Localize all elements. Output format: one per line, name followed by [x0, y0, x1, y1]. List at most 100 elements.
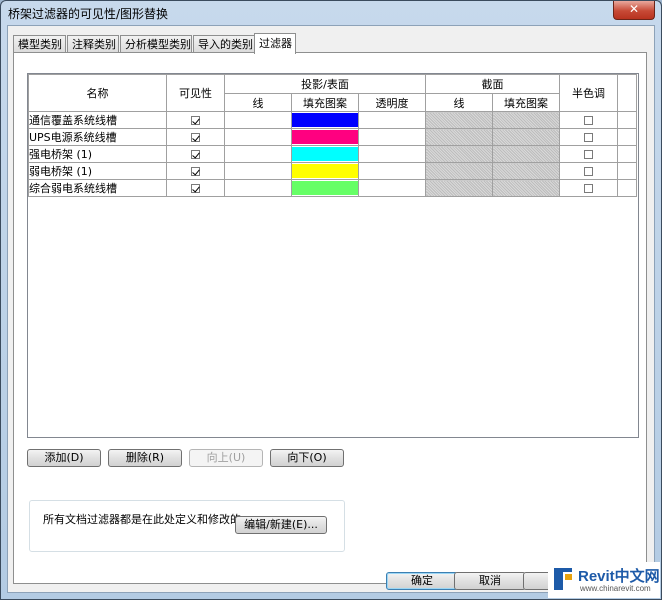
header-projection-transparency[interactable]: 透明度 — [358, 93, 426, 112]
table-row[interactable]: UPS电源系统线槽 — [28, 128, 637, 146]
projection-pattern-cell[interactable] — [291, 162, 359, 180]
table-row[interactable]: 综合弱电系统线槽 — [28, 179, 637, 197]
add-button[interactable]: 添加(D) — [27, 449, 101, 467]
cut-lines-cell[interactable] — [425, 162, 493, 180]
tab-filters[interactable]: 过滤器 — [254, 33, 296, 54]
edit-new-button[interactable]: 编辑/新建(E)... — [235, 516, 327, 534]
halftone-cell[interactable] — [559, 162, 618, 180]
filters-table: 名称 可见性 投影/表面 截面 半色调 线 填充图案 透明度 线 填充图案 通信… — [28, 74, 637, 197]
projection-transparency-cell[interactable] — [358, 162, 426, 180]
window-title: 桥架过滤器的可见性/图形替换 — [8, 7, 169, 21]
filters-grid: 名称 可见性 投影/表面 截面 半色调 线 填充图案 透明度 线 填充图案 通信… — [27, 73, 639, 438]
filters-tab-panel: 名称 可见性 投影/表面 截面 半色调 线 填充图案 透明度 线 填充图案 通信… — [13, 52, 647, 584]
halftone-checkbox[interactable] — [584, 133, 593, 142]
fill-pattern-swatch — [292, 147, 358, 161]
cut-pattern-cell[interactable] — [492, 145, 560, 163]
projection-lines-cell[interactable] — [224, 162, 292, 180]
halftone-cell[interactable] — [559, 128, 618, 146]
tab-model-categories[interactable]: 模型类别 — [13, 35, 66, 52]
dialog-client-area: 模型类别 注释类别 分析模型类别 导入的类别 过滤器 名称 可见性 投影/表面 … — [7, 25, 655, 593]
tab-annotation-categories[interactable]: 注释类别 — [67, 35, 119, 52]
cut-lines-cell[interactable] — [425, 145, 493, 163]
dialog-window: 桥架过滤器的可见性/图形替换 ✕ 模型类别 注释类别 分析模型类别 导入的类别 … — [0, 0, 662, 600]
halftone-cell[interactable] — [559, 179, 618, 197]
projection-transparency-cell[interactable] — [358, 111, 426, 129]
projection-transparency-cell[interactable] — [358, 128, 426, 146]
halftone-checkbox[interactable] — [584, 150, 593, 159]
close-icon: ✕ — [628, 2, 640, 16]
header-projection-lines[interactable]: 线 — [224, 93, 292, 112]
visibility-cell[interactable] — [166, 179, 225, 197]
filter-name-cell[interactable]: 通信覆盖系统线槽 — [28, 111, 167, 129]
cut-lines-cell[interactable] — [425, 128, 493, 146]
spacer-cell — [617, 111, 637, 129]
cut-pattern-cell[interactable] — [492, 111, 560, 129]
move-down-button[interactable]: 向下(O) — [270, 449, 344, 467]
filters-info-group: 所有文档过滤器都是在此处定义和修改的 编辑/新建(E)... — [29, 500, 345, 552]
tab-analytical-model-categories[interactable]: 分析模型类别 — [120, 35, 192, 52]
header-visibility[interactable]: 可见性 — [166, 74, 225, 112]
filter-name-cell[interactable]: 综合弱电系统线槽 — [28, 179, 167, 197]
header-projection-surface: 投影/表面 — [224, 74, 426, 94]
filter-name-cell[interactable]: UPS电源系统线槽 — [28, 128, 167, 146]
halftone-checkbox[interactable] — [584, 184, 593, 193]
projection-pattern-cell[interactable] — [291, 128, 359, 146]
table-row[interactable]: 强电桥架 (1) — [28, 145, 637, 163]
filter-name-cell[interactable]: 强电桥架 (1) — [28, 145, 167, 163]
visibility-cell[interactable] — [166, 145, 225, 163]
remove-button[interactable]: 删除(R) — [108, 449, 182, 467]
projection-transparency-cell[interactable] — [358, 179, 426, 197]
move-up-button[interactable]: 向上(U) — [189, 449, 263, 467]
revit-logo-icon — [554, 568, 572, 590]
fill-pattern-swatch — [292, 181, 358, 195]
header-name[interactable]: 名称 — [28, 74, 167, 112]
visibility-checkbox[interactable] — [191, 150, 200, 159]
filter-name-cell[interactable]: 弱电桥架 (1) — [28, 162, 167, 180]
ok-button[interactable]: 确定 — [386, 572, 458, 590]
fill-pattern-swatch — [292, 113, 358, 127]
header-spacer — [617, 74, 637, 112]
cancel-button[interactable]: 取消 — [454, 572, 526, 590]
visibility-checkbox[interactable] — [191, 167, 200, 176]
projection-pattern-cell[interactable] — [291, 111, 359, 129]
cut-lines-cell[interactable] — [425, 111, 493, 129]
filters-info-text: 所有文档过滤器都是在此处定义和修改的 — [43, 513, 241, 526]
visibility-cell[interactable] — [166, 111, 225, 129]
close-button[interactable]: ✕ — [613, 1, 655, 20]
projection-pattern-cell[interactable] — [291, 179, 359, 197]
projection-lines-cell[interactable] — [224, 111, 292, 129]
header-cut-lines[interactable]: 线 — [425, 93, 493, 112]
cut-pattern-cell[interactable] — [492, 128, 560, 146]
header-halftone[interactable]: 半色调 — [559, 74, 618, 112]
projection-lines-cell[interactable] — [224, 128, 292, 146]
projection-lines-cell[interactable] — [224, 179, 292, 197]
projection-transparency-cell[interactable] — [358, 145, 426, 163]
projection-pattern-cell[interactable] — [291, 145, 359, 163]
header-cut-patterns[interactable]: 填充图案 — [492, 93, 560, 112]
spacer-cell — [617, 179, 637, 197]
revit-watermark-logo: Revit中文网 www.chinarevit.com — [548, 562, 660, 598]
cut-pattern-cell[interactable] — [492, 162, 560, 180]
cut-pattern-cell[interactable] — [492, 179, 560, 197]
projection-lines-cell[interactable] — [224, 145, 292, 163]
halftone-cell[interactable] — [559, 145, 618, 163]
title-bar[interactable]: 桥架过滤器的可见性/图形替换 ✕ — [1, 1, 661, 23]
visibility-checkbox[interactable] — [191, 184, 200, 193]
visibility-cell[interactable] — [166, 162, 225, 180]
watermark-url: www.chinarevit.com — [580, 584, 651, 593]
visibility-checkbox[interactable] — [191, 116, 200, 125]
fill-pattern-swatch — [292, 130, 358, 144]
halftone-checkbox[interactable] — [584, 167, 593, 176]
table-row[interactable]: 弱电桥架 (1) — [28, 162, 637, 180]
spacer-cell — [617, 145, 637, 163]
visibility-cell[interactable] — [166, 128, 225, 146]
visibility-checkbox[interactable] — [191, 133, 200, 142]
tab-imported-categories[interactable]: 导入的类别 — [193, 35, 255, 52]
halftone-checkbox[interactable] — [584, 116, 593, 125]
halftone-cell[interactable] — [559, 111, 618, 129]
fill-pattern-swatch — [292, 164, 358, 178]
watermark-brand: Revit中文网 — [578, 568, 660, 585]
table-row[interactable]: 通信覆盖系统线槽 — [28, 111, 637, 129]
header-projection-patterns[interactable]: 填充图案 — [291, 93, 359, 112]
cut-lines-cell[interactable] — [425, 179, 493, 197]
